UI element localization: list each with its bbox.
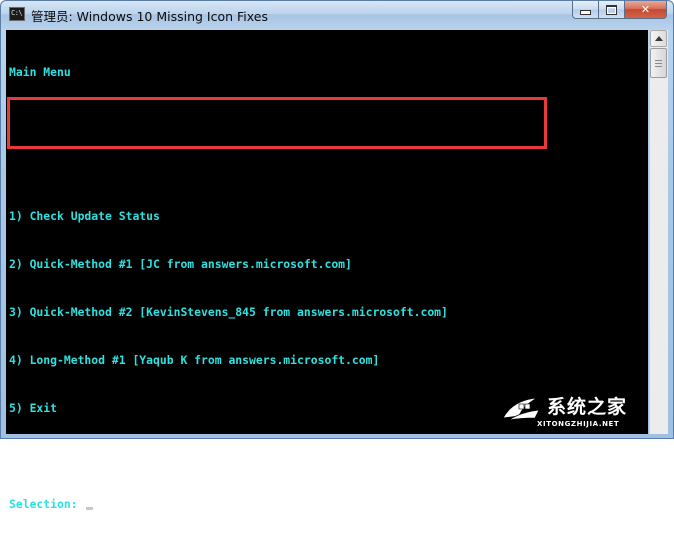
watermark-english-text: XITONGZHIJIA.NET — [537, 420, 620, 428]
text-cursor — [86, 507, 94, 510]
title-bar[interactable]: C:\ 管理员: Windows 10 Missing Icon Fixes ✕ — [1, 1, 673, 29]
close-icon: ✕ — [640, 3, 651, 16]
scroll-thumb[interactable] — [650, 48, 667, 78]
minimize-icon — [580, 10, 591, 15]
menu-option-quick-method-2: 3) Quick-Method #2 [KevinStevens_845 fro… — [9, 305, 448, 319]
console-output[interactable]: Main Menu 1) Check Update Status 2) Quic… — [6, 30, 648, 511]
menu-option-long-method-1: 4) Long-Method #1 [Yaqub K from answers.… — [9, 353, 380, 367]
selection-prompt: Selection: — [9, 497, 85, 511]
grip-line — [655, 66, 662, 67]
watermark: 系统之家 XITONGZHIJIA.NET — [499, 392, 667, 432]
console-line-main-menu: Main Menu — [9, 65, 71, 79]
grip-line — [655, 63, 662, 64]
console-window: C:\ 管理员: Windows 10 Missing Icon Fixes ✕… — [0, 0, 674, 511]
menu-option-check-update: 1) Check Update Status — [9, 209, 160, 223]
caption-buttons: ✕ — [572, 1, 667, 20]
maximize-icon — [606, 4, 617, 15]
menu-option-exit: 5) Exit — [9, 401, 58, 415]
scroll-up-arrow-icon[interactable] — [650, 30, 667, 47]
cmd-app-icon[interactable]: C:\ — [9, 7, 25, 21]
selection-prompt-line[interactable]: Selection: — [9, 496, 448, 512]
minimize-button[interactable] — [572, 1, 598, 19]
red-highlight-box — [7, 97, 547, 149]
window-title: 管理员: Windows 10 Missing Icon Fixes — [31, 9, 268, 24]
watermark-chinese-text: 系统之家 — [547, 396, 628, 418]
maximize-button[interactable] — [598, 1, 624, 19]
menu-option-quick-method-1: 2) Quick-Method #1 [JC from answers.micr… — [9, 257, 352, 271]
grip-line — [655, 60, 662, 61]
close-button[interactable]: ✕ — [624, 1, 667, 19]
vertical-scrollbar[interactable] — [649, 30, 668, 434]
cmd-icon-text: C:\ — [11, 9, 23, 17]
